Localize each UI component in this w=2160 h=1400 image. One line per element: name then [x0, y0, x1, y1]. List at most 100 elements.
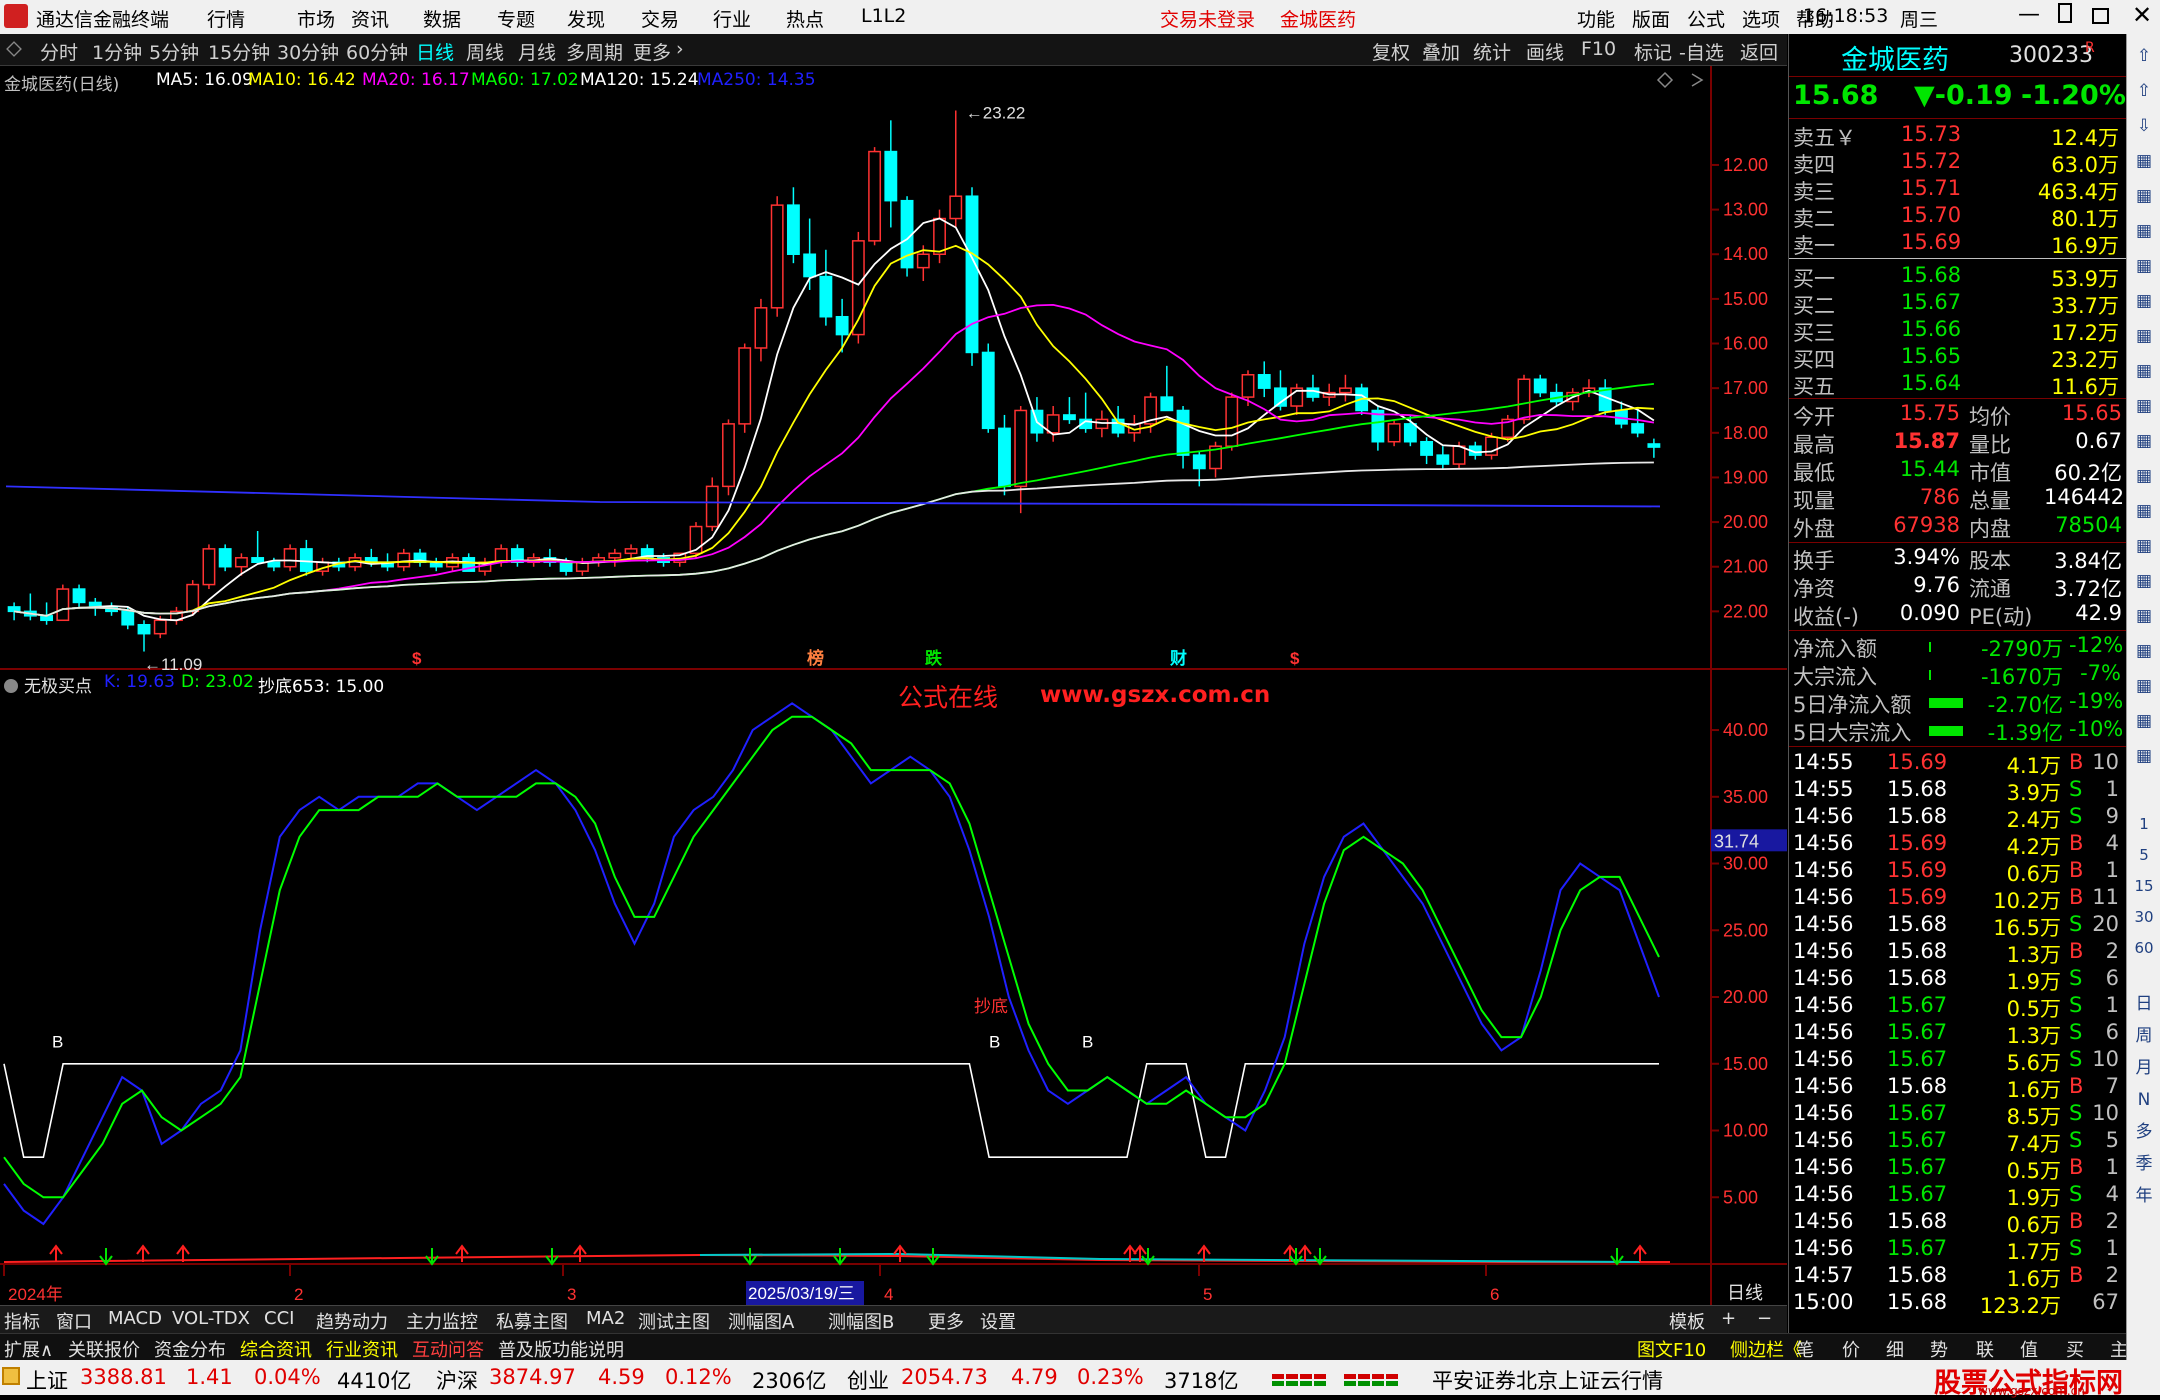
panel-tab[interactable]: 侧边栏《 [1730, 1336, 1802, 1362]
period-tab[interactable]: 60分钟 [346, 38, 408, 65]
menu-item[interactable]: 数据 [423, 5, 461, 32]
pin-icon[interactable] [2058, 3, 2072, 23]
menu-item[interactable]: 市场 [297, 5, 335, 32]
chart-tool-button[interactable]: 返回 [1740, 38, 1778, 65]
indicator-collapse-icon[interactable] [4, 679, 18, 693]
chart-icon[interactable]: ▦ [2132, 219, 2156, 243]
chart-tool-button[interactable]: 叠加 [1422, 38, 1460, 65]
info-tab[interactable]: 互动问答 [412, 1336, 484, 1362]
menu-item[interactable]: 行业 [713, 5, 751, 32]
sidebar-period[interactable]: 日 [2132, 992, 2156, 1016]
chart-icon[interactable]: ▦ [2132, 394, 2156, 418]
chart-icon[interactable]: ▦ [2132, 289, 2156, 313]
chart-icon[interactable]: ▦ [2132, 709, 2156, 733]
chart-icon[interactable]: ▦ [2132, 464, 2156, 488]
down-icon[interactable]: ⇩ [2132, 114, 2156, 138]
menu-item[interactable]: 公式 [1687, 5, 1725, 32]
period-tab[interactable]: 15分钟 [208, 38, 270, 65]
chart-icon[interactable]: ▦ [2132, 324, 2156, 348]
indicator-tab[interactable]: MA2 [586, 1308, 625, 1329]
sidebar-period[interactable]: 多 [2132, 1120, 2156, 1144]
period-tab[interactable]: 更多 [633, 38, 671, 65]
remove-window-button[interactable]: − [1757, 1308, 1772, 1329]
collapse-icon[interactable] [6, 41, 22, 57]
chart-icon[interactable]: ▦ [2132, 499, 2156, 523]
indicator-tab[interactable]: 主力监控 [406, 1308, 478, 1334]
period-tab[interactable]: 30分钟 [277, 38, 339, 65]
sidebar-number[interactable]: 1 [2132, 812, 2156, 836]
login-status[interactable]: 交易未登录 [1160, 5, 1255, 32]
panel-tab[interactable]: 值 [2020, 1336, 2038, 1362]
menu-item[interactable]: 选项 [1742, 5, 1780, 32]
sidebar-period[interactable]: 周 [2132, 1024, 2156, 1048]
chart-icon[interactable]: ▦ [2132, 604, 2156, 628]
menu-item[interactable]: 功能 [1577, 5, 1615, 32]
period-tab[interactable]: 月线 [518, 38, 556, 65]
chart-icon[interactable]: ▦ [2132, 639, 2156, 663]
menu-item[interactable]: 发现 [567, 5, 605, 32]
indicator-tab[interactable]: 测试主图 [638, 1308, 710, 1334]
period-tab[interactable]: 分时 [40, 38, 78, 65]
chart-icon[interactable]: ▦ [2132, 359, 2156, 383]
indicator-tab[interactable]: 指标 [4, 1308, 40, 1334]
info-tab[interactable]: 行业资讯 [326, 1336, 398, 1362]
info-tab[interactable]: 综合资讯 [240, 1336, 312, 1362]
chart-tool-button[interactable]: 复权 [1372, 38, 1410, 65]
info-tab[interactable]: 关联报价 [68, 1336, 140, 1362]
more-chevron-icon[interactable]: › [676, 38, 684, 60]
indicator-tab[interactable]: 测幅图B [828, 1308, 894, 1334]
panel-tab[interactable]: 买 [2066, 1336, 2084, 1362]
chart-icon[interactable]: ▦ [2132, 184, 2156, 208]
menu-item[interactable]: 专题 [497, 5, 535, 32]
info-tab[interactable]: 扩展∧ [4, 1336, 53, 1362]
indicator-tab[interactable]: 测幅图A [728, 1308, 794, 1334]
chart-tool-button[interactable]: 标记 [1634, 38, 1672, 65]
add-window-button[interactable]: + [1721, 1308, 1736, 1329]
panel-tab[interactable]: 价 [1842, 1336, 1860, 1362]
period-tab[interactable]: 日线 [416, 38, 454, 65]
template-button[interactable]: 模板 [1669, 1308, 1705, 1334]
chart-tool-button[interactable]: 统计 [1473, 38, 1511, 65]
restore-icon[interactable] [2092, 8, 2109, 24]
menu-item[interactable]: 版面 [1632, 5, 1670, 32]
chart-icon[interactable]: ▦ [2132, 569, 2156, 593]
panel-tab[interactable]: 势 [1930, 1336, 1948, 1362]
chart-icon[interactable]: ▦ [2132, 429, 2156, 453]
panel-tab[interactable]: 联 [1976, 1336, 1994, 1362]
minimize-icon[interactable]: — [2018, 2, 2040, 27]
up-icon[interactable]: ⇧ [2132, 79, 2156, 103]
indicator-tab[interactable]: 设置 [980, 1308, 1016, 1334]
chart-icon[interactable]: ▦ [2132, 254, 2156, 278]
indicator-tab[interactable]: 私募主图 [496, 1308, 568, 1334]
panel-tab[interactable]: 图文F10 [1637, 1336, 1706, 1362]
up-icon[interactable]: ⇧ [2132, 44, 2156, 68]
sidebar-number[interactable]: 60 [2132, 936, 2156, 960]
indicator-tab[interactable]: 更多 [928, 1308, 964, 1334]
chart-icon[interactable]: ▦ [2132, 744, 2156, 768]
info-tab[interactable]: 资金分布 [154, 1336, 226, 1362]
sidebar-period[interactable]: 季 [2132, 1152, 2156, 1176]
indicator-tab[interactable]: CCI [264, 1308, 294, 1329]
chart-tool-button[interactable]: F10 [1581, 38, 1616, 60]
sidebar-number[interactable]: 30 [2132, 905, 2156, 929]
info-tab[interactable]: 普及版功能说明 [498, 1336, 624, 1362]
menu-item[interactable]: 行情 [207, 5, 245, 32]
panel-tab[interactable]: 细 [1886, 1336, 1904, 1362]
sidebar-period[interactable]: 年 [2132, 1184, 2156, 1208]
indicator-tab[interactable]: MACD [108, 1308, 162, 1329]
menu-item[interactable]: 资讯 [351, 5, 389, 32]
sidebar-period[interactable]: N [2132, 1088, 2156, 1112]
period-tab[interactable]: 1分钟 [92, 38, 142, 65]
chart-icon[interactable]: ▦ [2132, 149, 2156, 173]
indicator-tab[interactable]: VOL-TDX [172, 1308, 250, 1329]
period-tab[interactable]: 周线 [466, 38, 504, 65]
chart-icon[interactable]: ▦ [2132, 674, 2156, 698]
period-tab[interactable]: 5分钟 [149, 38, 199, 65]
chart-tool-button[interactable]: 画线 [1526, 38, 1564, 65]
sidebar-period[interactable]: 月 [2132, 1056, 2156, 1080]
indicator-tab[interactable]: 趋势动力 [316, 1308, 388, 1334]
close-icon[interactable]: ✕ [2132, 1, 2152, 29]
menu-item[interactable]: L1L2 [861, 5, 906, 27]
panel-tab[interactable]: 笔 [1796, 1336, 1814, 1362]
menu-item[interactable]: 交易 [641, 5, 679, 32]
